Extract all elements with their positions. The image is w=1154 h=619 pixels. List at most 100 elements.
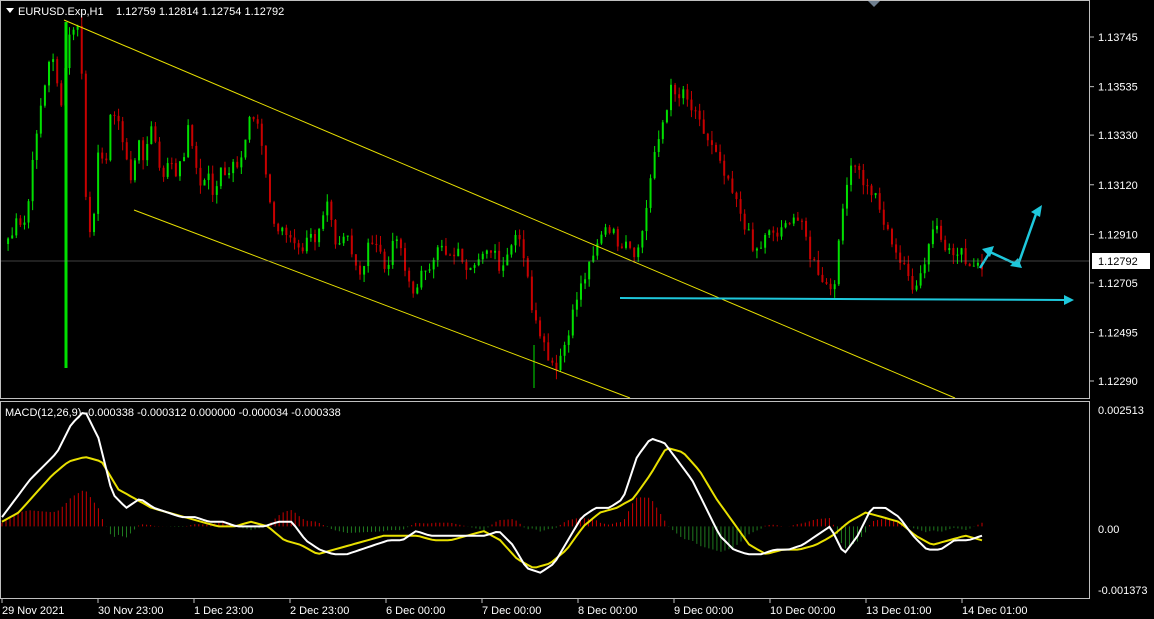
symbol-header: EURUSD.Exp,H1 (18, 6, 104, 18)
candle-body (363, 266, 366, 275)
candle-body (183, 157, 186, 162)
macd-header: MACD(12,26,9) -0.000338 -0.000312 0.0000… (5, 407, 341, 419)
price-tick-label: 1.12910 (1098, 229, 1138, 241)
support-arrowhead-icon (1064, 295, 1074, 305)
candle-body (563, 344, 566, 356)
ohlc-values: 1.12759 1.12814 1.12754 1.12792 (116, 6, 284, 18)
candle-body (195, 145, 198, 168)
candle-body (768, 230, 771, 236)
candle-body (923, 264, 926, 274)
macd-signal-line (1, 447, 983, 569)
candle-body (543, 336, 546, 343)
candle-body (547, 342, 550, 361)
candle-body (113, 114, 116, 116)
candle-body (68, 34, 71, 69)
candle-body (813, 259, 816, 261)
candle-body (805, 220, 808, 237)
candle-body (608, 227, 611, 233)
candle-body (117, 115, 120, 122)
candle-body (723, 160, 726, 176)
candle-body (379, 244, 382, 252)
candle-body (232, 161, 235, 174)
candle-body (776, 232, 779, 237)
candle-body (649, 178, 652, 208)
candle-body (624, 241, 627, 248)
candle-body (387, 264, 390, 269)
time-tick-label: 10 Dec 00:00 (770, 605, 835, 617)
candle-body (935, 225, 938, 230)
time-axis: 29 Nov 2021 30 Nov 23:00 1 Dec 23:00 2 Dec … (1, 598, 1027, 617)
candle-body (268, 174, 271, 203)
candle-body (854, 165, 857, 167)
candle-body (866, 185, 869, 187)
candle-body (596, 243, 599, 256)
candle-body (31, 159, 34, 202)
candle-body (146, 144, 149, 161)
candle-body (845, 184, 848, 209)
candle-body (510, 245, 513, 255)
corner-triangle-icon (868, 1, 880, 7)
candle-body (424, 270, 427, 272)
candle-body (931, 229, 934, 245)
candle-body (870, 185, 873, 196)
price-tick-label: 1.13120 (1098, 180, 1138, 192)
candle-body (170, 163, 173, 165)
candle-body (653, 152, 656, 179)
candle-body (825, 282, 828, 284)
candle-body (604, 227, 607, 235)
candle-body (911, 276, 914, 290)
candle-body (506, 254, 509, 266)
candle-body (154, 126, 157, 142)
candle-body (80, 25, 83, 74)
candle-body (895, 244, 898, 253)
candle-body (322, 215, 325, 229)
candle-body (309, 233, 312, 238)
candle-body (15, 218, 18, 236)
candle-body (670, 84, 673, 111)
candle-body (518, 234, 521, 240)
candle-body (903, 262, 906, 264)
candle-body (342, 236, 345, 244)
candle-body (326, 201, 329, 216)
candle-body (420, 270, 423, 288)
candle-body (788, 223, 791, 225)
time-tick-label: 14 Dec 01:00 (962, 605, 1027, 617)
candle-body (567, 335, 570, 345)
candle-body (248, 116, 251, 140)
candle-body (674, 84, 677, 95)
candle-body (23, 222, 26, 225)
candle-body (809, 236, 812, 260)
time-tick-label: 2 Dec 23:00 (290, 605, 349, 617)
candle-body (620, 246, 623, 248)
candle-body (289, 235, 292, 238)
candle-body (399, 239, 402, 249)
candle-body (39, 105, 42, 134)
candle-body (633, 247, 636, 258)
candle-body (109, 114, 112, 161)
candle-body (129, 159, 132, 181)
candle-body (575, 299, 578, 310)
current-price-label: 1.12792 (1098, 256, 1138, 268)
candle-body (138, 140, 141, 161)
candle-body (56, 59, 59, 84)
candle-body (105, 158, 108, 161)
candle-body (43, 85, 46, 106)
candle-body (899, 252, 902, 263)
macd-tick-top: 0.002513 (1098, 405, 1144, 417)
candle-body (142, 140, 145, 161)
candle-body (48, 61, 51, 86)
dropdown-triangle-icon[interactable] (6, 8, 14, 13)
candle-body (444, 245, 447, 255)
candle-body (125, 142, 128, 160)
candle-body (751, 229, 754, 251)
time-tick-label: 6 Dec 00:00 (386, 605, 445, 617)
candle-body (359, 265, 362, 275)
candle-body (755, 248, 758, 251)
candle-body (162, 167, 165, 177)
forecast-path (978, 213, 1038, 269)
time-tick-label: 1 Dec 23:00 (194, 605, 253, 617)
candle-body (686, 89, 689, 100)
candle-body (60, 83, 63, 106)
candle-body (968, 263, 971, 267)
chart-canvas[interactable]: EURUSD.Exp,H1 1.12759 1.12814 1.12754 1.… (0, 0, 1154, 619)
